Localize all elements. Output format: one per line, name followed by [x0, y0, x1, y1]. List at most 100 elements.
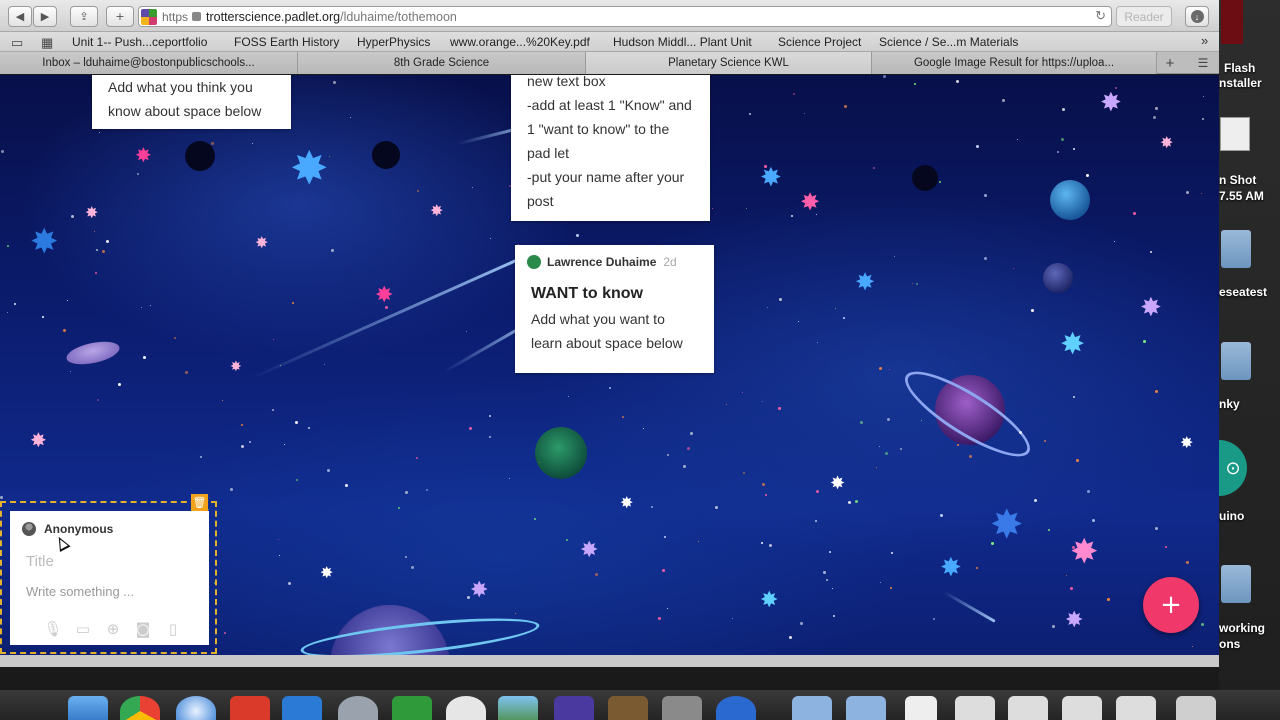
screenshot-file-icon[interactable] — [1220, 117, 1250, 151]
folder-icon[interactable] — [1221, 230, 1251, 268]
star-dot — [762, 483, 765, 486]
bookmark-item[interactable]: Unit 1-- Push...ceportfolio — [72, 35, 207, 49]
desktop-label[interactable]: n Shot — [1219, 173, 1256, 187]
folder-icon[interactable] — [1221, 342, 1251, 380]
trash-icon[interactable]: 🗑 — [191, 494, 208, 511]
sparkle-star-icon: ✸ — [30, 428, 47, 452]
new-tab-button[interactable]: + — [106, 6, 134, 27]
word-icon[interactable] — [282, 696, 322, 720]
post-card[interactable]: new text box -add at least 1 "Know" and … — [511, 75, 710, 221]
bookmark-item[interactable]: FOSS Earth History — [234, 35, 339, 49]
star-dot — [280, 365, 281, 366]
back-button[interactable]: ◀ — [8, 6, 32, 27]
star-dot — [345, 484, 348, 487]
star-dot — [658, 617, 661, 620]
star-dot — [848, 501, 851, 504]
folder-icon[interactable] — [1221, 565, 1251, 603]
star-dot — [715, 506, 718, 509]
share-button[interactable]: ⇪ — [70, 6, 98, 27]
desktop-app-icon[interactable] — [1221, 0, 1243, 44]
folder-icon[interactable] — [846, 696, 886, 720]
lock-icon — [192, 12, 202, 21]
share-icon: ⇪ — [79, 10, 89, 23]
new-post-frame: 🗑 Anonymous Title Write something ... 🎙 … — [0, 494, 217, 654]
itunes-icon[interactable] — [446, 696, 486, 720]
desktop-label[interactable]: working — [1219, 621, 1265, 635]
app-store-icon[interactable] — [716, 696, 756, 720]
window-thumbnail-icon[interactable] — [1116, 696, 1156, 720]
system-preferences-icon[interactable] — [662, 696, 702, 720]
trash-can-icon[interactable] — [1176, 696, 1216, 720]
launchpad-icon[interactable] — [338, 696, 378, 720]
book-icon[interactable]: ▭ — [11, 35, 23, 51]
grid-icon[interactable]: ▦ — [41, 35, 53, 51]
downloads-button[interactable]: ↓ — [1185, 6, 1209, 27]
star-dot — [843, 317, 845, 319]
star-dot — [815, 520, 817, 522]
sparkle-star-icon: ✸ — [760, 588, 779, 613]
sparkle-star-icon: ✸ — [830, 473, 846, 494]
post-card[interactable]: Add what you think you know about space … — [92, 75, 291, 129]
imovie-icon[interactable] — [554, 696, 594, 720]
padlet-wall[interactable]: ✸✸✸✸✸✸✸✸✸✸✸✸✸✸✸✸✸✸✸✸✸✸✸✸✸✸✸✸ Add what yo… — [0, 75, 1219, 655]
tab-inbox[interactable]: Inbox – lduhaime@bostonpublicschools... — [0, 52, 298, 74]
desktop-label[interactable]: eseatest — [1219, 285, 1267, 299]
video-icon[interactable]: ▭ — [72, 619, 94, 639]
address-bar[interactable]: https trotterscience.padlet.org /lduhaim… — [138, 6, 1112, 27]
forward-button[interactable]: ▶ — [33, 6, 57, 27]
blue-planet — [1050, 180, 1090, 220]
arduino-app-icon[interactable]: ⊙ — [1219, 440, 1247, 496]
bookmark-item[interactable]: www.orange...%20Key.pdf — [450, 35, 590, 49]
desktop-label[interactable]: uino — [1219, 509, 1244, 523]
desktop-label[interactable]: nky — [1219, 397, 1240, 411]
camera-icon[interactable]: ◙ — [132, 619, 154, 639]
star-dot — [230, 488, 233, 491]
post-body-input[interactable]: Write something ... — [26, 584, 134, 599]
sparkle-star-icon: ✸ — [855, 268, 876, 296]
star-dot — [791, 215, 793, 217]
star-dot — [889, 369, 890, 370]
garageband-icon[interactable] — [608, 696, 648, 720]
window-thumbnail-icon[interactable] — [1008, 696, 1048, 720]
folder-icon[interactable] — [792, 696, 832, 720]
add-post-button[interactable]: + — [1143, 577, 1199, 633]
horizontal-scrollbar[interactable] — [0, 655, 1219, 667]
reload-icon[interactable]: ↻ — [1095, 8, 1106, 24]
app-icon[interactable] — [230, 696, 270, 720]
bookmark-item[interactable]: Hudson Middl... Plant Unit — [613, 35, 752, 49]
bookmark-item[interactable]: Science Project — [778, 35, 861, 49]
new-tab-plus-icon[interactable]: + — [1157, 52, 1183, 74]
post-title-input[interactable]: Title — [26, 553, 54, 570]
new-post-card[interactable]: Anonymous Title Write something ... 🎙 ▭ … — [10, 511, 209, 645]
document-icon[interactable]: ▯ — [162, 619, 184, 639]
sparkle-star-icon: ✸ — [580, 538, 599, 563]
excel-icon[interactable] — [392, 696, 432, 720]
window-thumbnail-icon[interactable] — [1062, 696, 1102, 720]
tab-overview-icon[interactable]: ☰ — [1190, 52, 1216, 74]
tab-8th-grade-science[interactable]: 8th Grade Science — [298, 52, 586, 74]
finder-icon[interactable] — [68, 696, 108, 720]
desktop-label[interactable]: nstaller — [1219, 76, 1262, 90]
window-thumbnail-icon[interactable] — [955, 696, 995, 720]
bookmark-item[interactable]: Science / Se...m Materials — [879, 35, 1018, 49]
star-dot — [873, 167, 875, 169]
microphone-icon[interactable]: 🎙 — [42, 619, 64, 639]
iphoto-icon[interactable] — [498, 696, 538, 720]
chrome-icon[interactable] — [120, 696, 160, 720]
more-bookmarks-icon[interactable]: » — [1201, 33, 1208, 48]
desktop-label[interactable]: ons — [1219, 637, 1240, 651]
star-dot — [769, 544, 772, 547]
bookmark-item[interactable]: HyperPhysics — [357, 35, 430, 49]
star-dot — [118, 383, 121, 386]
tab-planetary-science-kwl[interactable]: Planetary Science KWL — [586, 52, 872, 74]
document-icon[interactable] — [905, 696, 937, 720]
desktop-label[interactable]: 7.55 AM — [1219, 189, 1264, 203]
safari-icon[interactable] — [176, 696, 216, 720]
reader-button[interactable]: Reader — [1116, 6, 1172, 27]
link-icon[interactable]: ⊕ — [102, 619, 124, 639]
tab-google-image-result[interactable]: Google Image Result for https://uploa... — [872, 52, 1157, 74]
sparkle-star-icon: ✸ — [470, 578, 489, 603]
desktop-label[interactable]: Flash — [1224, 61, 1255, 75]
sparkle-star-icon: ✸ — [1180, 433, 1194, 452]
post-card[interactable]: Lawrence Duhaime 2d WANT to know Add wha… — [515, 245, 714, 373]
